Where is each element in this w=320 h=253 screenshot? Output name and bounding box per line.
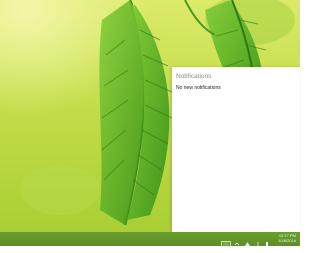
fern-frond-left xyxy=(99,0,173,226)
chevron-up-icon[interactable] xyxy=(234,235,240,246)
action-center-panel: Notifications No new notifications xyxy=(172,67,300,232)
volume-icon[interactable] xyxy=(255,235,261,246)
taskbar[interactable]: 12:17 PM 10/8/2016 xyxy=(0,232,300,247)
clock-date: 10/8/2016 xyxy=(278,238,296,243)
keyboard-icon[interactable] xyxy=(221,235,231,247)
no-notifications-message: No new notifications xyxy=(176,85,221,91)
network-icon[interactable] xyxy=(244,235,251,246)
notifications-title: Notifications xyxy=(176,73,212,80)
notification-icon[interactable] xyxy=(264,235,270,246)
taskbar-clock[interactable]: 12:17 PM 10/8/2016 xyxy=(278,233,296,243)
